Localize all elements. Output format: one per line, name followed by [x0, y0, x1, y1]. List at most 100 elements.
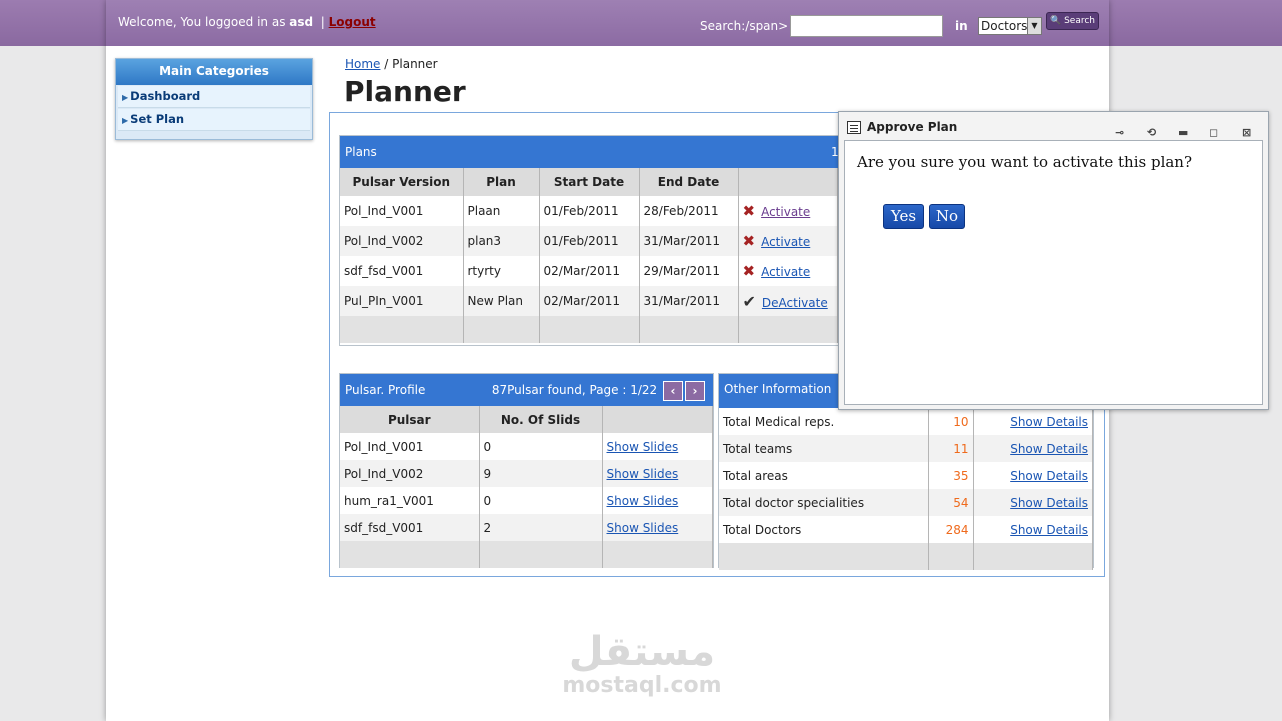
close-icon: ✖: [742, 262, 756, 280]
show-slides-link[interactable]: Show Slides: [607, 521, 679, 535]
cell-start: 02/Mar/2011: [539, 286, 640, 316]
dialog-body: Are you sure you want to activate this p…: [844, 140, 1263, 405]
document-icon: [847, 121, 861, 134]
cell-pulsar: hum_ra1_V001: [340, 487, 480, 514]
sidebar-item-label: Dashboard: [130, 89, 201, 103]
show-slides-link[interactable]: Show Slides: [607, 467, 679, 481]
yes-button[interactable]: Yes: [883, 204, 924, 229]
arrow-right-icon: ▶: [122, 116, 129, 125]
table-row: sdf_fsd_V001 rtyrty 02/Mar/2011 29/Mar/2…: [340, 256, 838, 286]
page-title: Planner: [344, 75, 466, 108]
sidebar-item-dashboard[interactable]: ▶ Dashboard: [118, 86, 310, 108]
search-scope-value: Doctors: [981, 19, 1028, 33]
username: asd: [289, 15, 314, 29]
welcome-text: Welcome, You loggoed in as: [118, 15, 286, 29]
cell-value: 54: [928, 489, 974, 516]
search-in-label: in: [955, 19, 968, 33]
search-scope-select[interactable]: Doctors ▼: [978, 17, 1042, 35]
table-row: Total doctor specialities 54 Show Detail…: [719, 489, 1093, 516]
other-info-table: Total Medical reps. 10 Show Details Tota…: [719, 408, 1093, 570]
next-page-button[interactable]: ›: [685, 380, 705, 401]
chevron-down-icon: ▼: [1027, 18, 1041, 34]
cell-pulsar: sdf_fsd_V001: [340, 514, 480, 541]
cell-start: 02/Mar/2011: [539, 256, 640, 286]
profile-pager: 87Pulsar found, Page : 1/22 ‹ ›: [492, 374, 705, 406]
cell-link: Show Slides: [602, 487, 713, 514]
watermark-latin: mostaql.com: [562, 673, 722, 698]
cell-start: 01/Feb/2011: [539, 226, 640, 256]
search-button-label: Search: [1064, 16, 1095, 26]
sidebar-title: Main Categories: [116, 59, 312, 85]
col-pulsar-version: Pulsar Version: [340, 168, 464, 196]
cell-link: Show Slides: [602, 433, 713, 460]
col-pulsar: Pulsar: [340, 406, 480, 433]
show-details-link[interactable]: Show Details: [1010, 415, 1088, 429]
col-plan: Plan: [463, 168, 540, 196]
table-row: Pol_Ind_V002 9 Show Slides: [340, 460, 713, 487]
activate-link[interactable]: Activate: [761, 205, 810, 219]
approve-plan-dialog: Approve Plan ⊸ ⟲ ▬ ◻ ⊠ Are you sure you …: [838, 111, 1269, 410]
prev-page-button[interactable]: ‹: [663, 380, 683, 401]
cell-end: 31/Mar/2011: [639, 286, 739, 316]
cell-plan: plan3: [463, 226, 540, 256]
cell-action: ✖ Activate: [738, 256, 838, 286]
breadcrumb-home[interactable]: Home: [345, 57, 380, 71]
search-input[interactable]: [790, 15, 943, 37]
table-row: Total Doctors 284 Show Details: [719, 516, 1093, 543]
table-footer: [340, 541, 713, 568]
close-icon: ✖: [742, 202, 756, 220]
cell-link: Show Details: [973, 408, 1093, 435]
show-slides-link[interactable]: Show Slides: [607, 440, 679, 454]
cell-slides: 0: [479, 487, 603, 514]
sidebar-item-label: Set Plan: [130, 112, 185, 126]
checkmark-icon: ✔: [742, 291, 756, 311]
col-start-date: Start Date: [539, 168, 640, 196]
table-footer: [340, 316, 838, 343]
cell-value: 10: [928, 408, 974, 435]
cell-value: 11: [928, 435, 974, 462]
cell-label: Total doctor specialities: [719, 489, 929, 516]
cell-version: Pol_Ind_V001: [340, 196, 464, 226]
cell-link: Show Details: [973, 516, 1093, 543]
cell-end: 29/Mar/2011: [639, 256, 739, 286]
cell-value: 284: [928, 516, 974, 543]
cell-plan: Plaan: [463, 196, 540, 226]
deactivate-link[interactable]: DeActivate: [762, 296, 828, 310]
cell-value: 35: [928, 462, 974, 489]
show-details-link[interactable]: Show Details: [1010, 469, 1088, 483]
col-end-date: End Date: [639, 168, 739, 196]
plans-header: Plans 1: [340, 136, 839, 168]
show-details-link[interactable]: Show Details: [1010, 496, 1088, 510]
show-slides-link[interactable]: Show Slides: [607, 494, 679, 508]
activate-link[interactable]: Activate: [761, 235, 810, 249]
cell-slides: 9: [479, 460, 603, 487]
cell-slides: 0: [479, 433, 603, 460]
activate-link[interactable]: Activate: [761, 265, 810, 279]
logout-link[interactable]: Logout: [329, 15, 376, 29]
col-slides: No. Of Slids: [479, 406, 603, 433]
cell-link: Show Slides: [602, 460, 713, 487]
cell-label: Total teams: [719, 435, 929, 462]
dialog-titlebar[interactable]: Approve Plan ⊸ ⟲ ▬ ◻ ⊠: [839, 112, 1268, 140]
cell-action: ✔ DeActivate: [738, 286, 838, 316]
sidebar: Main Categories ▶ Dashboard ▶ Set Plan: [115, 58, 313, 140]
cell-version: sdf_fsd_V001: [340, 256, 464, 286]
cell-plan: New Plan: [463, 286, 540, 316]
search-button[interactable]: 🔍 Search: [1046, 12, 1099, 30]
table-row: Pol_Ind_V002 plan3 01/Feb/2011 31/Mar/20…: [340, 226, 838, 256]
table-row: Total areas 35 Show Details: [719, 462, 1093, 489]
show-details-link[interactable]: Show Details: [1010, 523, 1088, 537]
show-details-link[interactable]: Show Details: [1010, 442, 1088, 456]
cell-label: Total areas: [719, 462, 929, 489]
cell-pulsar: Pol_Ind_V002: [340, 460, 480, 487]
cell-link: Show Details: [973, 489, 1093, 516]
breadcrumb: Home / Planner: [345, 57, 438, 71]
no-button[interactable]: No: [929, 204, 965, 229]
sidebar-item-set-plan[interactable]: ▶ Set Plan: [118, 109, 310, 131]
cell-pulsar: Pol_Ind_V001: [340, 433, 480, 460]
profile-header: Pulsar. Profile 87Pulsar found, Page : 1…: [340, 374, 713, 406]
arrow-right-icon: ▶: [122, 93, 129, 102]
cell-label: Total Medical reps.: [719, 408, 929, 435]
cell-version: Pul_PIn_V001: [340, 286, 464, 316]
plans-table: Pulsar Version Plan Start Date End Date …: [340, 168, 838, 343]
